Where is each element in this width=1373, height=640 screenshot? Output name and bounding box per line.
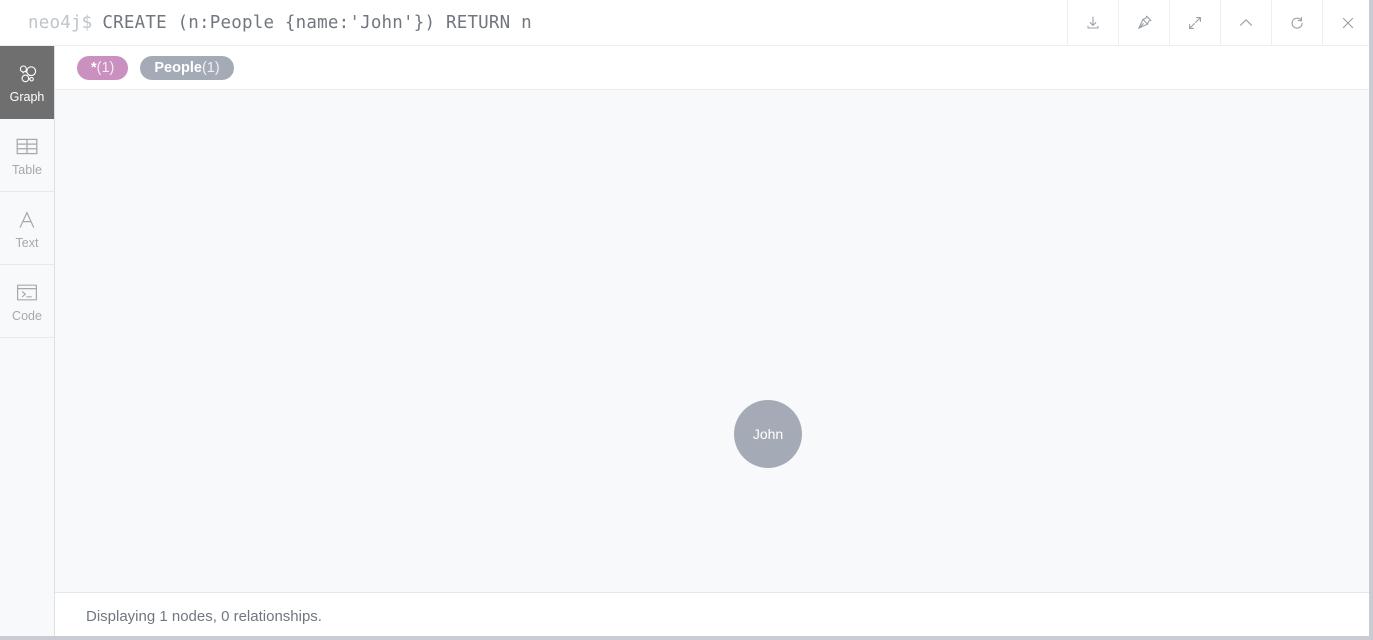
query-header: neo4j$ CREATE (n:People {name:'John'}) R…	[0, 0, 1373, 46]
code-icon	[14, 280, 40, 306]
download-button[interactable]	[1067, 0, 1118, 45]
pin-button[interactable]	[1118, 0, 1169, 45]
sidebar-filler	[0, 338, 54, 640]
sidebar-item-table[interactable]: Table	[0, 119, 54, 192]
query-text: CREATE (n:People {name:'John'}) RETURN n	[102, 12, 532, 33]
graph-canvas[interactable]: John	[55, 90, 1373, 592]
graph-node-john[interactable]: John	[734, 400, 802, 468]
sidebar-item-text[interactable]: Text	[0, 192, 54, 265]
status-text: Displaying 1 nodes, 0 relationships.	[86, 608, 322, 625]
sidebar-item-code-label: Code	[12, 308, 42, 323]
refresh-icon	[1288, 14, 1306, 32]
window-edge-right	[1369, 0, 1373, 640]
text-icon	[14, 207, 40, 233]
chevron-up-icon	[1236, 13, 1256, 33]
view-sidebar: Graph Table Text Code	[0, 46, 55, 640]
query-display[interactable]: neo4j$ CREATE (n:People {name:'John'}) R…	[0, 0, 1067, 45]
legend-pill-people-name: People	[154, 59, 202, 76]
legend-pill-all-count: (1)	[96, 59, 115, 76]
sidebar-item-graph-label: Graph	[9, 89, 45, 104]
frame-toolbar	[1067, 0, 1373, 45]
legend-pill-people-count: (1)	[201, 59, 220, 76]
collapse-button[interactable]	[1220, 0, 1271, 45]
legend-pill-all[interactable]: * (1)	[77, 55, 129, 80]
sidebar-item-graph[interactable]: Graph	[0, 46, 54, 119]
window-edge-bottom	[0, 636, 1373, 640]
frame-body: Graph Table Text Code * (1) People (1) J…	[0, 46, 1373, 640]
sidebar-item-code[interactable]: Code	[0, 265, 54, 338]
expand-icon	[1186, 14, 1204, 32]
graph-legend: * (1) People (1)	[55, 46, 1373, 90]
close-button[interactable]	[1322, 0, 1373, 45]
refresh-button[interactable]	[1271, 0, 1322, 45]
graph-node-caption: John	[752, 426, 784, 442]
sidebar-item-text-label: Text	[15, 235, 39, 250]
sidebar-item-table-label: Table	[12, 162, 42, 177]
expand-button[interactable]	[1169, 0, 1220, 45]
download-icon	[1084, 14, 1102, 32]
legend-pill-people[interactable]: People (1)	[140, 55, 234, 80]
pin-icon	[1135, 13, 1154, 32]
graph-icon	[14, 61, 40, 87]
close-icon	[1339, 14, 1357, 32]
status-bar: Displaying 1 nodes, 0 relationships.	[55, 592, 1373, 640]
result-content: * (1) People (1) John Displaying 1 nodes, …	[55, 46, 1373, 640]
neo4j-browser-result-frame: neo4j$ CREATE (n:People {name:'John'}) R…	[0, 0, 1373, 640]
query-prompt: neo4j$	[28, 12, 93, 33]
table-icon	[14, 134, 40, 160]
